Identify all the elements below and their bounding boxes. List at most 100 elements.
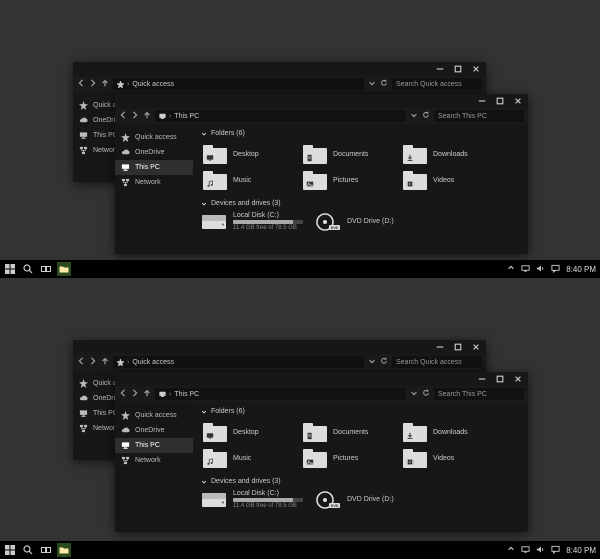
minimize-button[interactable] bbox=[432, 63, 448, 75]
action-center-icon[interactable] bbox=[551, 264, 560, 275]
folder-pictures[interactable]: Pictures bbox=[301, 446, 401, 470]
explorer-window-front[interactable]: › This PC Search This PC Quick access On… bbox=[115, 372, 528, 532]
refresh-icon[interactable] bbox=[380, 79, 388, 89]
close-button[interactable] bbox=[510, 95, 526, 107]
device-dvd-drive[interactable]: DVD DVD Drive (D:) bbox=[315, 212, 394, 231]
section-header-folders[interactable]: Folders (6) bbox=[201, 408, 520, 415]
tray-chevron-icon[interactable] bbox=[507, 264, 515, 274]
maximize-button[interactable] bbox=[492, 373, 508, 385]
folder-desktop[interactable]: Desktop bbox=[201, 420, 301, 444]
search-input[interactable]: Search Quick access bbox=[392, 356, 482, 368]
up-arrow-icon[interactable] bbox=[143, 111, 151, 121]
task-view-icon[interactable] bbox=[39, 262, 53, 276]
task-view-icon[interactable] bbox=[39, 543, 53, 557]
up-arrow-icon[interactable] bbox=[101, 357, 109, 367]
explorer-window-front[interactable]: › This PC Search This PC Quick access On… bbox=[115, 94, 528, 254]
folders-grid: Desktop Documents Downloads Music Pictur… bbox=[201, 420, 520, 470]
address-path[interactable]: › Quick access bbox=[113, 78, 364, 90]
back-arrow-icon[interactable] bbox=[77, 79, 85, 89]
explorer-taskbar-icon[interactable] bbox=[57, 543, 71, 557]
folder-label: Music bbox=[233, 455, 251, 462]
search-task-icon[interactable] bbox=[21, 262, 35, 276]
sidebar-item-network[interactable]: Network bbox=[115, 175, 193, 190]
forward-arrow-icon[interactable] bbox=[89, 357, 97, 367]
forward-arrow-icon[interactable] bbox=[131, 389, 139, 399]
action-center-icon[interactable] bbox=[551, 545, 560, 556]
minimize-button[interactable] bbox=[432, 341, 448, 353]
back-arrow-icon[interactable] bbox=[77, 357, 85, 367]
address-path[interactable]: › This PC bbox=[155, 110, 406, 122]
minimize-button[interactable] bbox=[474, 373, 490, 385]
path-dropdown-icon[interactable] bbox=[410, 389, 418, 399]
up-arrow-icon[interactable] bbox=[101, 79, 109, 89]
maximize-button[interactable] bbox=[450, 63, 466, 75]
taskbar-clock[interactable]: 8:40 PM bbox=[566, 265, 596, 274]
taskbar-clock[interactable]: 8:40 PM bbox=[566, 546, 596, 555]
sidebar-item-this-pc[interactable]: This PC bbox=[115, 438, 193, 453]
close-button[interactable] bbox=[510, 373, 526, 385]
chevron-down-icon bbox=[201, 131, 207, 137]
device-local-disk[interactable]: Local Disk (C:) 11.4 GB free of 78.5 GB bbox=[201, 212, 303, 231]
address-path[interactable]: › This PC bbox=[155, 388, 406, 400]
path-dropdown-icon[interactable] bbox=[410, 111, 418, 121]
folder-documents[interactable]: Documents bbox=[301, 420, 401, 444]
maximize-button[interactable] bbox=[450, 341, 466, 353]
folder-downloads[interactable]: Downloads bbox=[401, 420, 501, 444]
volume-tray-icon[interactable] bbox=[536, 264, 545, 275]
section-header-devices[interactable]: Devices and drives (3) bbox=[201, 478, 520, 485]
start-button[interactable] bbox=[3, 262, 17, 276]
back-arrow-icon[interactable] bbox=[119, 111, 127, 121]
volume-tray-icon[interactable] bbox=[536, 545, 545, 556]
back-arrow-icon[interactable] bbox=[119, 389, 127, 399]
network-tray-icon[interactable] bbox=[521, 264, 530, 275]
section-header-folders[interactable]: Folders (6) bbox=[201, 130, 520, 137]
sidebar-item-label: OneDrive bbox=[135, 149, 165, 156]
folder-downloads[interactable]: Downloads bbox=[401, 142, 501, 166]
device-usage-bar bbox=[233, 498, 303, 502]
refresh-icon[interactable] bbox=[380, 357, 388, 367]
refresh-icon[interactable] bbox=[422, 389, 430, 399]
svg-text:DVD: DVD bbox=[331, 504, 339, 508]
folder-desktop[interactable]: Desktop bbox=[201, 142, 301, 166]
search-input[interactable]: Search Quick access bbox=[392, 78, 482, 90]
search-task-icon[interactable] bbox=[21, 543, 35, 557]
address-path[interactable]: › Quick access bbox=[113, 356, 364, 368]
sidebar-item-quick-access[interactable]: Quick access bbox=[115, 408, 193, 423]
device-dvd-drive[interactable]: DVD DVD Drive (D:) bbox=[315, 490, 394, 509]
start-button[interactable] bbox=[3, 543, 17, 557]
forward-arrow-icon[interactable] bbox=[89, 79, 97, 89]
search-input[interactable]: Search This PC bbox=[434, 388, 524, 400]
breadcrumb: Quick access bbox=[132, 359, 174, 366]
close-button[interactable] bbox=[468, 63, 484, 75]
chevron-down-icon bbox=[201, 479, 207, 485]
network-tray-icon[interactable] bbox=[521, 545, 530, 556]
refresh-icon[interactable] bbox=[422, 111, 430, 121]
sidebar-item-quick-access[interactable]: Quick access bbox=[115, 130, 193, 145]
sidebar-item-this-pc[interactable]: This PC bbox=[115, 160, 193, 175]
device-label: Local Disk (C:) bbox=[233, 212, 303, 219]
maximize-button[interactable] bbox=[492, 95, 508, 107]
path-dropdown-icon[interactable] bbox=[368, 357, 376, 367]
explorer-taskbar-icon[interactable] bbox=[57, 262, 71, 276]
folder-videos[interactable]: Videos bbox=[401, 168, 501, 192]
path-dropdown-icon[interactable] bbox=[368, 79, 376, 89]
tray-chevron-icon[interactable] bbox=[507, 545, 515, 555]
sidebar-item-onedrive[interactable]: OneDrive bbox=[115, 423, 193, 438]
folder-icon bbox=[403, 422, 427, 442]
minimize-button[interactable] bbox=[474, 95, 490, 107]
sidebar-item-onedrive[interactable]: OneDrive bbox=[115, 145, 193, 160]
folder-videos[interactable]: Videos bbox=[401, 446, 501, 470]
device-local-disk[interactable]: Local Disk (C:) 11.4 GB free of 78.5 GB bbox=[201, 490, 303, 509]
folder-pictures[interactable]: Pictures bbox=[301, 168, 401, 192]
folder-music[interactable]: Music bbox=[201, 168, 301, 192]
disk-icon bbox=[201, 213, 227, 231]
up-arrow-icon[interactable] bbox=[143, 389, 151, 399]
search-input[interactable]: Search This PC bbox=[434, 110, 524, 122]
sidebar-item-network[interactable]: Network bbox=[115, 453, 193, 468]
folder-documents[interactable]: Documents bbox=[301, 142, 401, 166]
close-button[interactable] bbox=[468, 341, 484, 353]
section-header-devices[interactable]: Devices and drives (3) bbox=[201, 200, 520, 207]
device-label: Local Disk (C:) bbox=[233, 490, 303, 497]
forward-arrow-icon[interactable] bbox=[131, 111, 139, 121]
folder-music[interactable]: Music bbox=[201, 446, 301, 470]
